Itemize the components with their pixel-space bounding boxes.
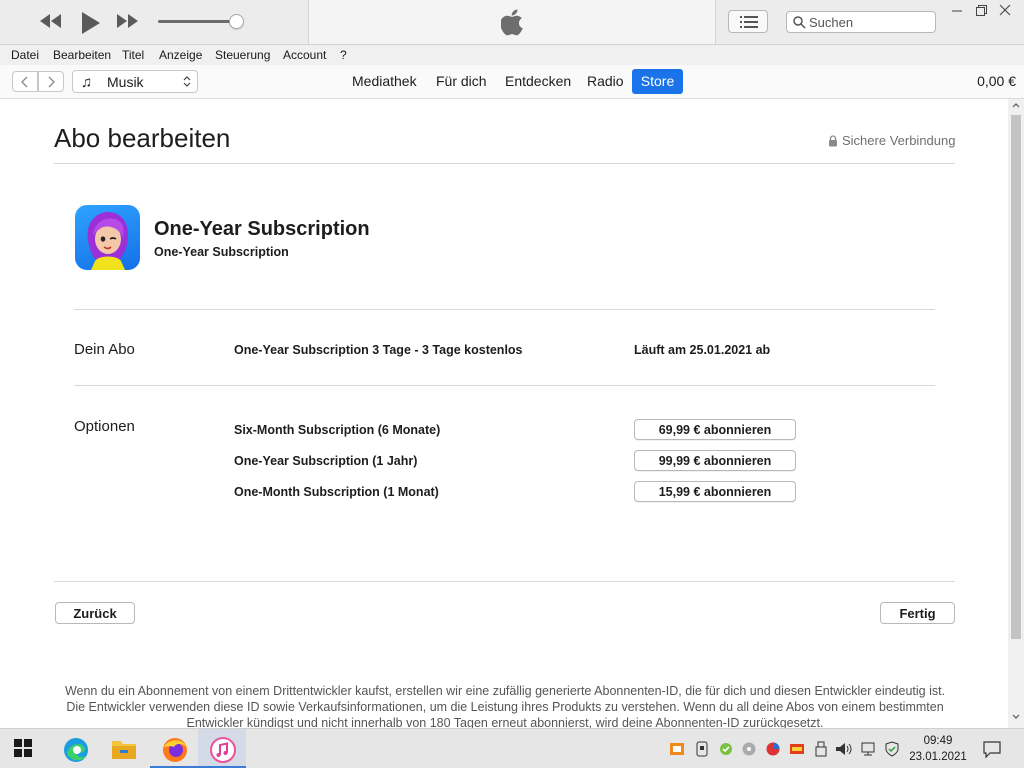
current-plan-status: Läuft am 25.01.2021 ab bbox=[634, 343, 771, 357]
tray-color-icon[interactable] bbox=[765, 741, 781, 757]
tray-device-icon[interactable] bbox=[695, 741, 709, 757]
windows-start-icon bbox=[14, 739, 32, 757]
chevron-left-icon bbox=[21, 76, 28, 88]
subscriber-id-notice: Wenn du ein Abonnement von einem Dritten… bbox=[64, 684, 946, 728]
network-icon[interactable] bbox=[859, 741, 877, 757]
menu-help[interactable]: ? bbox=[340, 48, 347, 62]
security-shield-icon[interactable] bbox=[884, 741, 900, 757]
search-input[interactable]: Suchen bbox=[786, 11, 936, 33]
music-note-icon: ♫ bbox=[81, 74, 93, 91]
apple-logo-icon bbox=[500, 8, 525, 41]
tab-radio[interactable]: Radio bbox=[587, 73, 624, 89]
tray-app-icon[interactable] bbox=[669, 741, 685, 757]
windows-taskbar: 09:49 23.01.2021 bbox=[0, 728, 1024, 768]
firefox-icon bbox=[163, 738, 187, 762]
subscribe-button[interactable]: 15,99 € abonnieren bbox=[634, 481, 796, 502]
tray-sync-icon[interactable] bbox=[718, 741, 734, 757]
close-button[interactable] bbox=[996, 2, 1016, 18]
system-clock[interactable]: 09:49 23.01.2021 bbox=[906, 733, 970, 765]
subscribe-button[interactable]: 69,99 € abonnieren bbox=[634, 419, 796, 440]
play-icon bbox=[82, 12, 100, 34]
fast-forward-icon bbox=[117, 14, 138, 28]
clock-date: 23.01.2021 bbox=[909, 751, 967, 763]
subscribe-button[interactable]: 99,99 € abonnieren bbox=[634, 450, 796, 471]
edge-icon bbox=[64, 738, 88, 762]
menu-account[interactable]: Account bbox=[283, 48, 326, 62]
app-title: One-Year Subscription bbox=[154, 218, 370, 240]
search-placeholder: Suchen bbox=[809, 15, 854, 30]
media-type-select[interactable]: ♫ Musik bbox=[72, 70, 198, 93]
volume-slider[interactable] bbox=[158, 20, 238, 23]
chevron-right-icon bbox=[48, 76, 55, 88]
notification-center-icon[interactable] bbox=[982, 739, 1002, 759]
menu-titel[interactable]: Titel bbox=[122, 48, 144, 62]
taskbar-firefox[interactable] bbox=[150, 729, 198, 768]
rewind-button[interactable] bbox=[39, 11, 63, 36]
scroll-down-icon[interactable] bbox=[1012, 714, 1020, 720]
vertical-scrollbar[interactable] bbox=[1008, 99, 1024, 728]
volume-knob[interactable] bbox=[229, 14, 244, 29]
store-content: Abo bearbeiten Sichere Verbindung One-Ye… bbox=[0, 99, 1008, 728]
list-view-icon bbox=[740, 16, 758, 28]
file-explorer-icon bbox=[112, 741, 136, 759]
app-character-icon bbox=[87, 211, 129, 270]
option-name: Six-Month Subscription (6 Monate) bbox=[234, 423, 441, 437]
lock-icon bbox=[829, 135, 837, 147]
restore-icon bbox=[976, 5, 987, 16]
tab-store[interactable]: Store bbox=[632, 69, 683, 94]
page-title: Abo bearbeiten bbox=[54, 123, 231, 153]
play-button[interactable] bbox=[80, 11, 102, 40]
options-label: Optionen bbox=[74, 418, 135, 435]
clock-time: 09:49 bbox=[923, 735, 953, 747]
menu-bearbeiten[interactable]: Bearbeiten bbox=[53, 48, 111, 62]
fast-forward-button[interactable] bbox=[116, 11, 140, 36]
nav-bar: ♫ Musik Mediathek Für dich Entdecken Rad… bbox=[0, 65, 1024, 99]
back-nav-button[interactable] bbox=[12, 71, 38, 92]
list-view-button[interactable] bbox=[728, 10, 768, 33]
divider bbox=[54, 163, 955, 164]
close-icon bbox=[999, 4, 1011, 16]
scrollbar-thumb[interactable] bbox=[1011, 115, 1021, 639]
menu-steuerung[interactable]: Steuerung bbox=[215, 48, 270, 62]
tab-entdecken[interactable]: Entdecken bbox=[505, 73, 571, 89]
restore-button[interactable] bbox=[972, 2, 992, 18]
menu-datei[interactable]: Datei bbox=[11, 48, 39, 62]
secure-connection-label: Sichere Verbindung bbox=[842, 133, 956, 148]
divider bbox=[54, 581, 955, 582]
option-name: One-Year Subscription (1 Jahr) bbox=[234, 454, 418, 468]
forward-nav-button[interactable] bbox=[38, 71, 64, 92]
minimize-icon bbox=[952, 10, 962, 12]
start-button[interactable] bbox=[0, 729, 48, 768]
tray-disc-icon[interactable] bbox=[741, 741, 757, 757]
up-down-caret-icon bbox=[183, 76, 191, 87]
taskbar-file-explorer[interactable] bbox=[99, 729, 147, 768]
option-name: One-Month Subscription (1 Monat) bbox=[234, 485, 439, 499]
menu-anzeige[interactable]: Anzeige bbox=[159, 48, 202, 62]
app-subtitle: One-Year Subscription bbox=[154, 245, 289, 259]
usb-icon[interactable] bbox=[815, 741, 827, 757]
divider bbox=[74, 385, 935, 386]
tray-orange-app-icon[interactable] bbox=[789, 741, 805, 757]
taskbar-itunes[interactable] bbox=[198, 729, 246, 768]
minimize-button[interactable] bbox=[948, 2, 968, 18]
player-bar: Suchen bbox=[0, 0, 1024, 45]
search-icon bbox=[793, 16, 806, 29]
tab-mediathek[interactable]: Mediathek bbox=[352, 73, 417, 89]
done-button[interactable]: Fertig bbox=[880, 602, 955, 624]
divider bbox=[74, 309, 935, 310]
current-plan: One-Year Subscription 3 Tage - 3 Tage ko… bbox=[234, 343, 523, 357]
itunes-icon bbox=[210, 737, 236, 763]
speaker-icon[interactable] bbox=[835, 741, 853, 757]
account-balance[interactable]: 0,00 € bbox=[977, 73, 1016, 89]
now-playing-display bbox=[308, 0, 716, 44]
taskbar-edge[interactable] bbox=[51, 729, 99, 768]
tab-fuer-dich[interactable]: Für dich bbox=[436, 73, 487, 89]
app-icon bbox=[75, 205, 140, 270]
back-button[interactable]: Zurück bbox=[55, 602, 135, 624]
rewind-icon bbox=[40, 14, 61, 28]
current-subscription-label: Dein Abo bbox=[74, 341, 135, 358]
menu-bar: Datei Bearbeiten Titel Anzeige Steuerung… bbox=[0, 45, 1024, 65]
media-type-label: Musik bbox=[107, 74, 144, 90]
scroll-up-icon[interactable] bbox=[1012, 102, 1020, 108]
